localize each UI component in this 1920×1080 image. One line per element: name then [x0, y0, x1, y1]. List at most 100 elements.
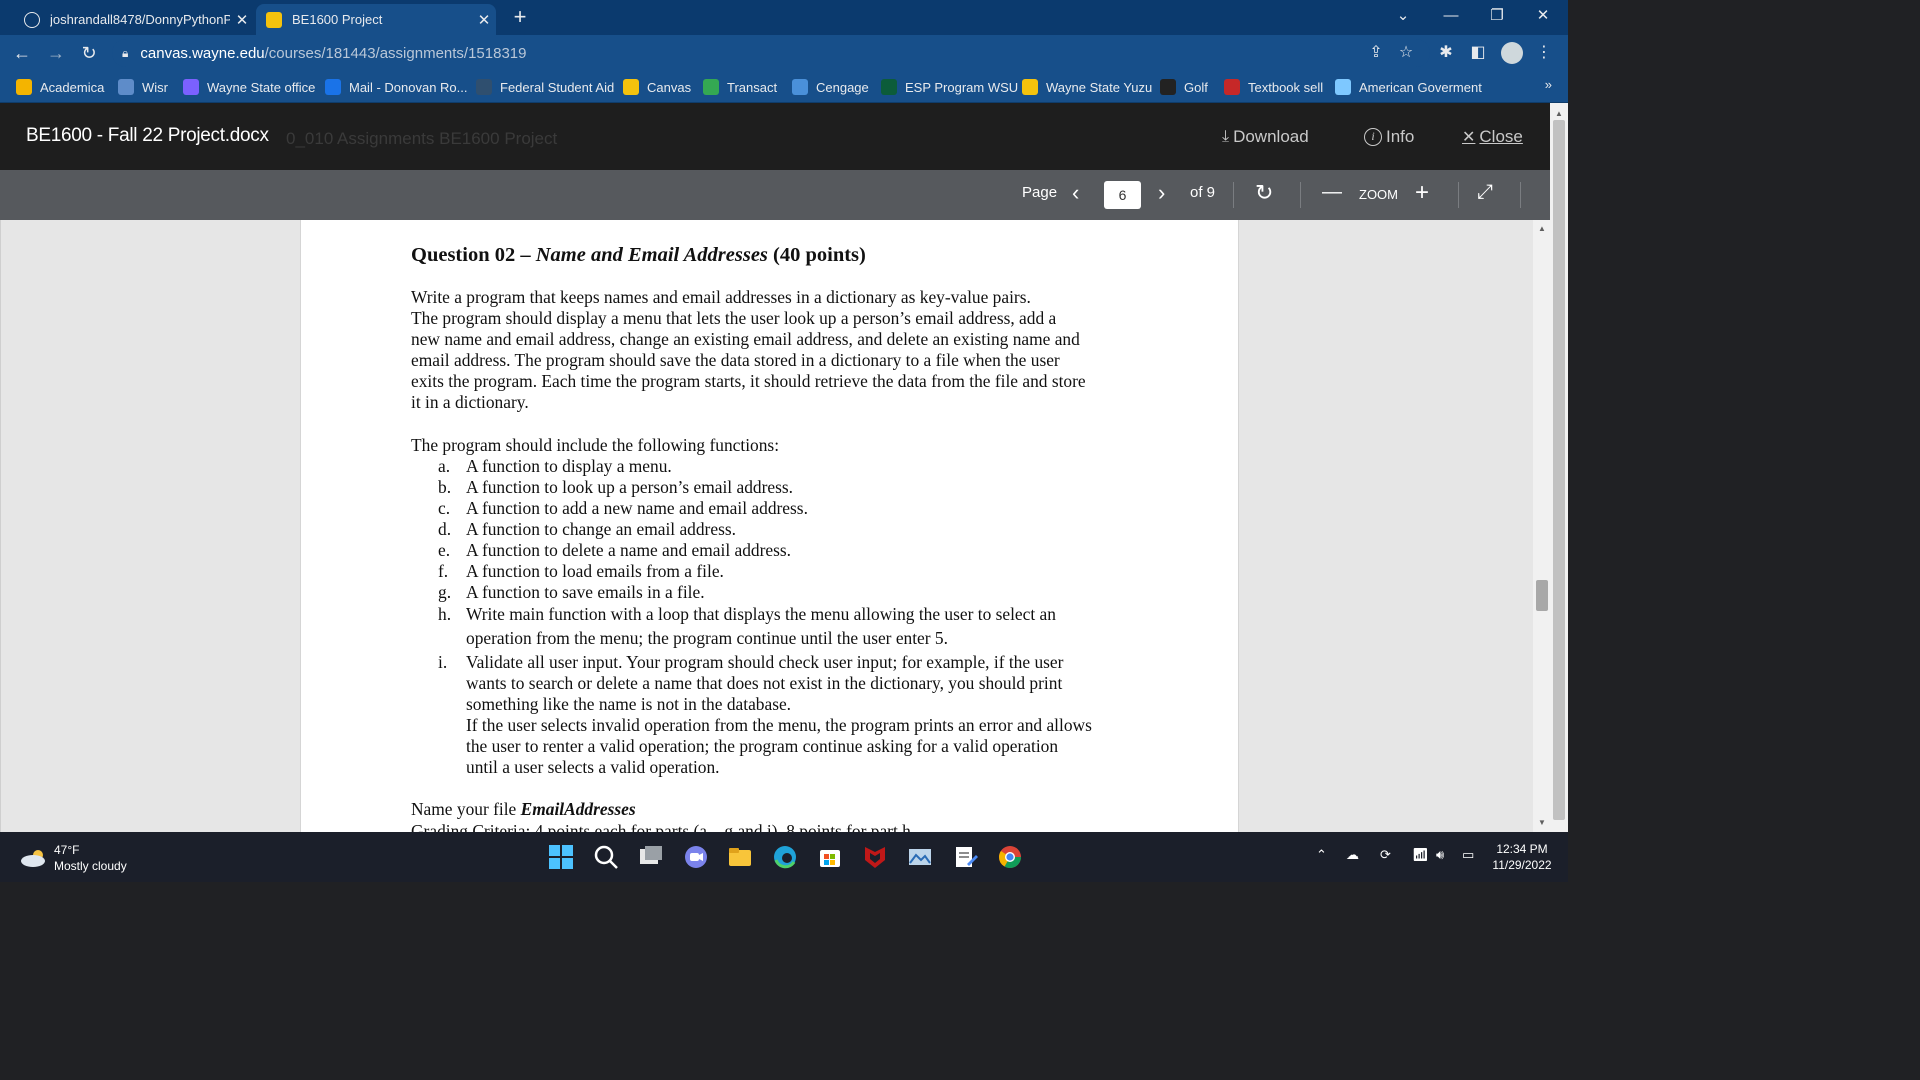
show-hidden-icons-icon[interactable]: ⌃	[1316, 847, 1327, 863]
photos-icon[interactable]	[907, 844, 933, 870]
tab-github[interactable]: joshrandall8478/DonnyPythonPr ✕	[14, 4, 254, 35]
bookmark-star-icon[interactable]: ☆	[1394, 41, 1418, 65]
list-text: A function to change an email address.	[466, 519, 736, 539]
side-panel-icon[interactable]: ◧	[1466, 41, 1490, 65]
paragraph-line: The program should display a menu that l…	[411, 308, 1057, 328]
bookmark-cengage[interactable]: Cengage	[792, 77, 869, 97]
list-text: A function to delete a name and email ad…	[466, 540, 791, 560]
close-label: Close	[1479, 127, 1523, 146]
bookmark-textbook-sell[interactable]: Textbook sell	[1224, 77, 1323, 97]
bookmark-favicon-icon	[325, 79, 341, 95]
teams-chat-icon[interactable]	[683, 844, 709, 870]
zoom-out-icon[interactable]: —	[1322, 181, 1342, 204]
list-text: wants to search or delete a name that do…	[466, 673, 1063, 693]
close-button[interactable]: ✕ Close	[1462, 127, 1523, 147]
list-text: A function to display a menu.	[466, 456, 672, 476]
document-area[interactable]: Question 02 – Name and Email Addresses (…	[0, 220, 1550, 832]
bookmark-label: Wisr	[142, 79, 168, 95]
close-tab-icon[interactable]: ✕	[230, 11, 254, 29]
heading-suffix: (40 points)	[767, 244, 866, 266]
address-bar[interactable]: 🔒︎ canvas.wayne.edu/courses/181443/assig…	[112, 39, 1430, 67]
previous-page-icon[interactable]: ‹	[1072, 180, 1079, 206]
edge-browser-icon[interactable]	[772, 844, 798, 870]
cloud-icon	[21, 850, 45, 867]
volume-icon[interactable]: 🔊︎	[1436, 847, 1444, 863]
bookmark-transact[interactable]: Transact	[703, 77, 777, 97]
profile-avatar-icon[interactable]	[1500, 41, 1524, 65]
list-key: a.	[438, 456, 451, 476]
zoom-label: ZOOM	[1359, 187, 1398, 202]
bookmark-favicon-icon	[881, 79, 897, 95]
bookmark-esp-program-wsu[interactable]: ESP Program WSU	[881, 77, 1018, 97]
bookmark-wisr[interactable]: Wisr	[118, 77, 168, 97]
bookmark-canvas[interactable]: Canvas	[623, 77, 691, 97]
info-button[interactable]: i Info	[1364, 127, 1414, 147]
back-icon[interactable]: ←	[10, 41, 34, 65]
bookmark-wayne-state-yuzu[interactable]: Wayne State Yuzu	[1022, 77, 1152, 97]
scroll-up-arrow-icon[interactable]: ▲	[1555, 109, 1563, 118]
bookmark-label: Cengage	[816, 79, 869, 95]
bookmark-golf[interactable]: Golf	[1160, 77, 1208, 97]
list-text: Write main function with a loop that dis…	[466, 604, 1056, 624]
bookmarks-bar: Academica Wisr Wayne State office Mail -…	[0, 71, 1568, 103]
new-tab-button[interactable]: +	[508, 4, 532, 30]
tab-be1600-project[interactable]: BE1600 Project ✕	[256, 4, 496, 35]
scroll-down-arrow-icon[interactable]: ▼	[1538, 818, 1546, 827]
bookmark-favicon-icon	[703, 79, 719, 95]
onedrive-icon[interactable]: ☁	[1346, 847, 1359, 863]
fullscreen-icon[interactable]: ⤢	[1477, 181, 1493, 204]
bookmark-academica[interactable]: Academica	[16, 77, 104, 97]
windows-start-icon[interactable]	[548, 844, 574, 870]
window-close-icon[interactable]: ✕	[1520, 0, 1566, 32]
bookmark-favicon-icon	[1022, 79, 1038, 95]
share-icon[interactable]: ⇪	[1364, 41, 1388, 65]
bookmark-wayne-state-office[interactable]: Wayne State office	[183, 77, 315, 97]
system-clock[interactable]: 12:34 PM 11/29/2022	[1480, 841, 1564, 873]
reload-icon[interactable]: ↻	[77, 41, 101, 65]
bookmark-favicon-icon	[476, 79, 492, 95]
rotate-icon[interactable]: ↻	[1255, 180, 1273, 206]
chrome-icon[interactable]	[997, 844, 1023, 870]
page-scrollbar-thumb[interactable]	[1553, 120, 1565, 820]
bookmark-american-goverment[interactable]: American Goverment	[1335, 77, 1482, 97]
tab-title: BE1600 Project	[292, 12, 383, 27]
document-scrollbar[interactable]	[1533, 220, 1550, 832]
close-tab-icon[interactable]: ✕	[472, 11, 496, 29]
task-view-icon[interactable]	[638, 844, 664, 870]
bookmark-mail[interactable]: Mail - Donovan Ro...	[325, 77, 468, 97]
background-breadcrumb: 0_010 Assignments BE1600 Project	[286, 129, 558, 148]
bookmark-favicon-icon	[1224, 79, 1240, 95]
download-button[interactable]: ⤓ Download	[1222, 127, 1309, 147]
notepad-icon[interactable]	[952, 844, 978, 870]
list-key: d.	[438, 519, 452, 539]
kebab-menu-icon[interactable]: ⋮	[1532, 41, 1556, 65]
more-bookmarks-button[interactable]: »	[1545, 77, 1552, 92]
list-key: g.	[438, 582, 452, 602]
page-number-input[interactable]: 6	[1104, 181, 1141, 209]
paragraph-line: email address. The program should save t…	[411, 350, 1060, 370]
zoom-in-icon[interactable]: +	[1415, 179, 1429, 207]
sync-icon[interactable]: ⟳	[1380, 847, 1391, 863]
next-page-icon[interactable]: ›	[1158, 180, 1165, 206]
bookmark-federal-student-aid[interactable]: Federal Student Aid	[476, 77, 614, 97]
restore-icon[interactable]: ❐	[1474, 0, 1520, 32]
mcafee-icon[interactable]	[862, 844, 888, 870]
scroll-up-arrow-icon[interactable]: ▲	[1538, 224, 1546, 233]
file-name-instruction: Name your file EmailAddresses	[411, 799, 636, 820]
functions-intro: The program should include the following…	[411, 435, 780, 455]
viewer-toolbar: Page ‹ 6 › of 9 ↻ — ZOOM + ⤢	[0, 170, 1550, 220]
microsoft-store-icon[interactable]	[817, 844, 843, 870]
document-scrollbar-thumb[interactable]	[1536, 580, 1548, 611]
extensions-icon[interactable]: ✱	[1434, 41, 1458, 65]
search-icon[interactable]	[593, 844, 619, 870]
weather-widget[interactable]: 47°F Mostly cloudy	[20, 842, 127, 874]
tab-search-icon[interactable]: ⌄	[1380, 0, 1426, 32]
minimize-icon[interactable]: —	[1428, 0, 1474, 32]
lock-icon: 🔒︎	[122, 45, 129, 60]
forward-icon[interactable]: →	[44, 41, 68, 65]
battery-icon[interactable]: ▭	[1462, 847, 1474, 863]
paragraph-line: exits the program. Each time the program…	[411, 371, 1086, 391]
file-explorer-icon[interactable]	[727, 844, 753, 870]
wifi-icon[interactable]: 📶︎	[1412, 847, 1429, 863]
list-text: A function to load emails from a file.	[466, 561, 724, 581]
